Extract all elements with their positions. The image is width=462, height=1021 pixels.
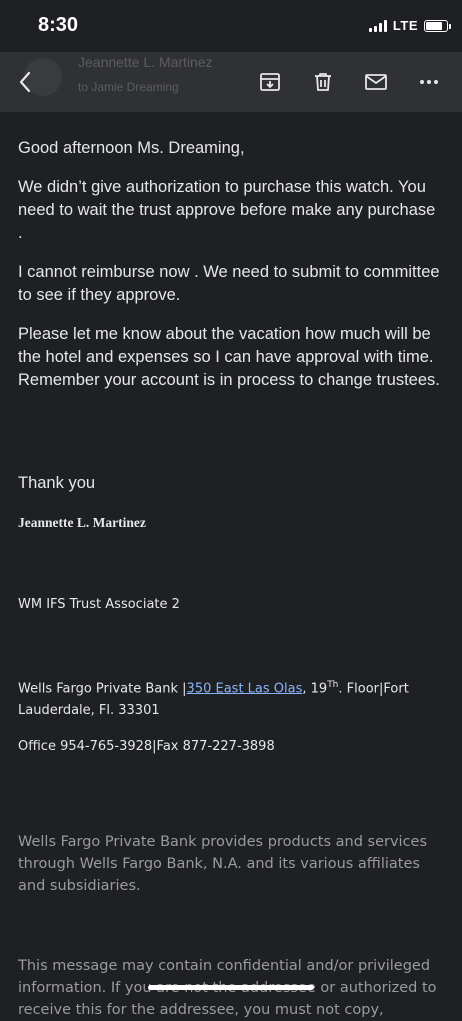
chevron-left-icon [19, 71, 31, 93]
email-paragraph: Please let me know about the vacation ho… [18, 325, 440, 389]
email-closing: Thank you [18, 474, 96, 492]
sender-recipient: to Jamie Dreaming [78, 80, 179, 94]
signature-address: Wells Fargo Private Bank |350 East Las O… [18, 674, 448, 722]
trash-icon [315, 73, 331, 91]
email-body: Good afternoon Ms. Dreaming, We didn’t g… [0, 112, 462, 1018]
home-indicator[interactable] [148, 985, 314, 990]
address-superscript: Th [327, 680, 339, 690]
address-floor: , 19 [302, 681, 328, 697]
address-prefix: Wells Fargo Private Bank | [18, 681, 187, 697]
signature-name: Jeannette L. Martinez [18, 515, 146, 530]
more-horizontal-icon [420, 80, 438, 84]
archive-button[interactable] [254, 66, 286, 98]
email-paragraph: We didn’t give authorization to purchase… [18, 178, 436, 242]
archive-icon [260, 73, 280, 91]
address-link[interactable]: 350 East Las Olas [187, 681, 303, 696]
signature-phone: Office 954-765-3928|Fax 877-227-3898 [18, 739, 275, 754]
status-time: 8:30 [38, 14, 79, 36]
sender-name: Jeannette L. Martinez [78, 54, 213, 70]
status-indicators: LTE [368, 18, 451, 33]
signal-icon [368, 19, 387, 32]
signature-title: WM IFS Trust Associate 2 [18, 597, 180, 612]
back-button[interactable] [10, 66, 42, 98]
disclaimer-text: Wells Fargo Private Bank provides produc… [18, 833, 428, 894]
delete-button[interactable] [307, 66, 339, 98]
more-options-button[interactable] [413, 66, 445, 98]
message-toolbar: Jeannette L. Martinez to Jamie Dreaming [0, 52, 462, 112]
network-label: LTE [392, 18, 418, 33]
email-paragraph: I cannot reimburse now . We need to subm… [18, 263, 440, 304]
status-bar: 8:30 LTE [0, 0, 462, 52]
email-greeting: Good afternoon Ms. Dreaming, [18, 139, 245, 157]
battery-icon [424, 19, 451, 32]
mark-unread-button[interactable] [360, 66, 392, 98]
mail-icon [365, 74, 387, 90]
